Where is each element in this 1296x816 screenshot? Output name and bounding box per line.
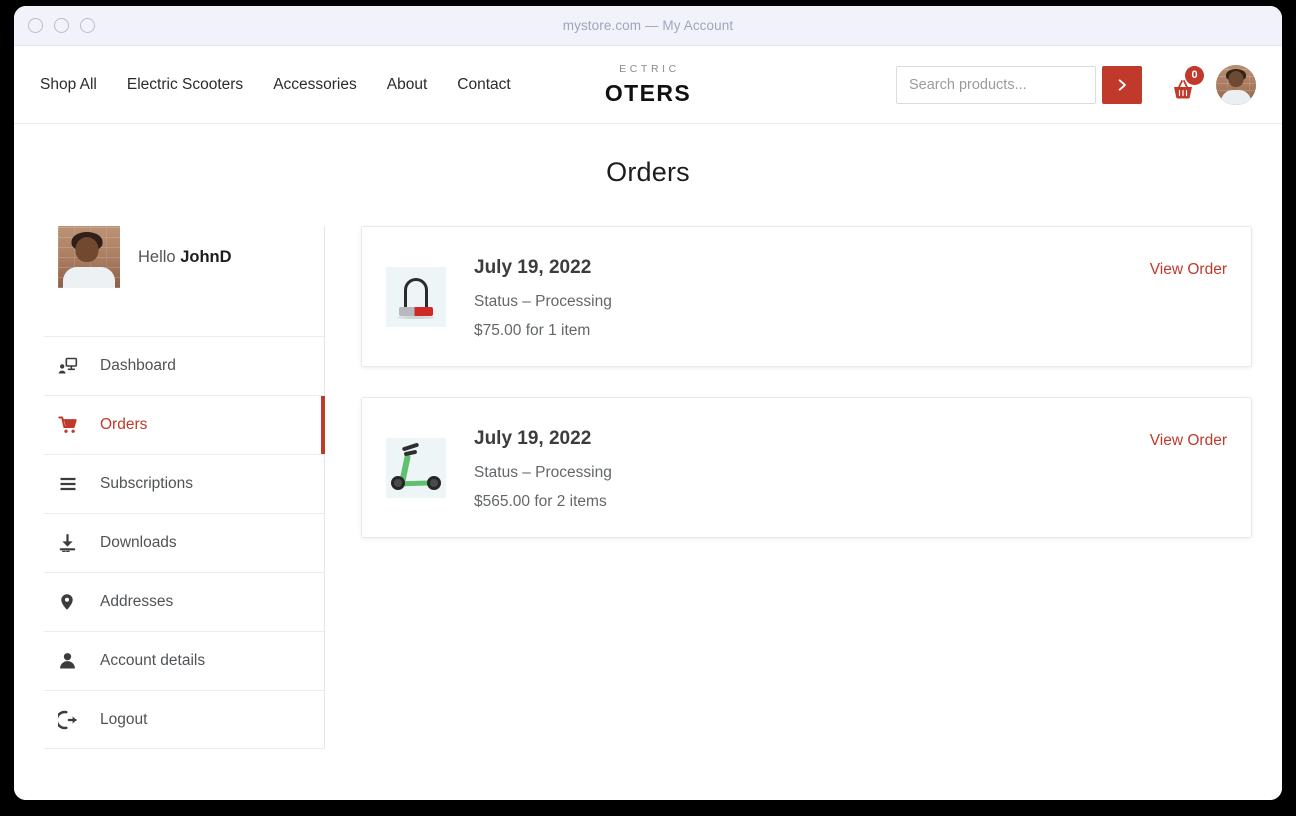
sidebar-item-dashboard[interactable]: Dashboard [44,336,324,395]
order-total: $75.00 for 1 item [474,322,591,339]
nav-item-contact[interactable]: Contact [457,76,510,94]
window-title: mystore.com — My Account [562,18,734,33]
list-lines-icon [58,474,100,494]
order-date: July 19, 2022 [474,257,592,278]
logo-top-text: ECTRIC [619,63,680,76]
site-logo[interactable]: ECTRIC OTERS [605,64,691,105]
sidebar-item-logout[interactable]: Logout [44,690,324,749]
view-order-link[interactable]: View Order [1150,420,1227,450]
sidebar-avatar[interactable] [58,226,120,288]
sidebar-label-orders: Orders [100,416,148,433]
account-menu: Dashboard Orders Subscriptions Downloads… [44,336,325,749]
scooter-rear-wheel [426,476,441,491]
header-avatar[interactable] [1216,64,1256,105]
sidebar-item-account-details[interactable]: Account details [44,631,324,690]
cart-count-badge: 0 [1185,65,1204,85]
u-lock-shadow [398,316,434,320]
sidebar-item-downloads[interactable]: Downloads [44,513,324,572]
avatar-shirt [1221,89,1251,105]
cart-button[interactable]: 0 [1168,65,1204,102]
map-pin-icon [58,592,100,612]
greeting-username: JohnD [180,247,232,266]
download-icon [58,533,100,553]
nav-item-about[interactable]: About [387,76,428,94]
sidebar-avatar-shirt [63,267,115,288]
sidebar-item-addresses[interactable]: Addresses [44,572,324,631]
order-status: Status – Processing [474,464,612,481]
order-total: $565.00 for 2 items [474,493,607,510]
account-sidebar: Hello JohnD Dashboard Orders Subscriptio… [44,226,325,749]
page-body: Orders Hello JohnD Dashboard Orders Subs… [14,124,1282,800]
orders-list: July 19, 2022 Status – Processing $75.00… [325,226,1252,749]
chevron-right-icon [1118,78,1126,91]
cart-icon [58,415,100,435]
sidebar-label-subscriptions: Subscriptions [100,475,194,492]
sidebar-item-subscriptions[interactable]: Subscriptions [44,454,324,513]
nav-item-accessories[interactable]: Accessories [273,76,357,94]
browser-window: mystore.com — My Account Shop All Electr… [14,6,1282,800]
avatar-face [1228,71,1244,88]
order-status: Status – Processing [474,293,612,310]
greeting-prefix: Hello [138,247,181,266]
logo-bottom-text: OTERS [604,79,692,106]
sign-out-icon [58,710,100,730]
sidebar-greeting: Hello JohnD [138,248,232,267]
page-title: Orders [606,157,690,187]
u-lock-body [399,307,433,317]
main-navigation: Shop All Electric Scooters Accessories A… [40,76,511,94]
search-input[interactable] [896,65,1096,104]
header-actions: 0 [896,64,1256,105]
scooter-front-wheel [390,476,405,491]
browser-titlebar: mystore.com — My Account [14,6,1282,46]
order-date: July 19, 2022 [474,428,592,449]
order-card[interactable]: July 19, 2022 Status – Processing $565.0… [361,397,1252,538]
order-product-thumbnail [386,267,446,327]
sidebar-label-account-details: Account details [100,652,206,669]
order-details: July 19, 2022 Status – Processing $75.00… [474,249,1150,340]
dashboard-icon [58,356,100,376]
order-card[interactable]: July 19, 2022 Status – Processing $75.00… [361,226,1252,367]
order-product-thumbnail [386,438,446,498]
search-form [896,65,1142,104]
sidebar-label-downloads: Downloads [100,534,177,551]
sidebar-avatar-face [75,237,99,263]
site-header: Shop All Electric Scooters Accessories A… [14,46,1282,124]
view-order-link[interactable]: View Order [1150,249,1227,279]
order-details: July 19, 2022 Status – Processing $565.0… [474,420,1150,511]
sidebar-label-dashboard: Dashboard [100,357,176,374]
nav-item-electric-scooters[interactable]: Electric Scooters [127,76,243,94]
search-submit-button[interactable] [1102,65,1142,104]
sidebar-item-orders[interactable]: Orders [44,395,325,454]
person-icon [58,651,100,671]
sidebar-label-addresses: Addresses [100,593,174,610]
account-layout: Hello JohnD Dashboard Orders Subscriptio… [14,188,1282,749]
sidebar-user-block: Hello JohnD [44,226,324,336]
u-lock-shackle [404,277,428,310]
nav-item-shop-all[interactable]: Shop All [40,76,97,94]
sidebar-label-logout: Logout [100,710,148,728]
